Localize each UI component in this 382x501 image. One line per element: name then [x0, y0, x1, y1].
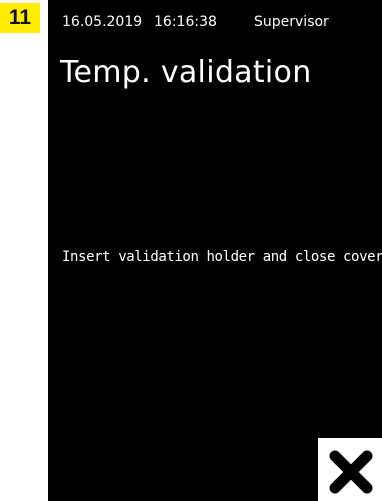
screen-title: Temp. validation — [60, 55, 312, 90]
step-number-badge: 11 — [0, 3, 40, 33]
instruction-message: Insert validation holder and close cover — [62, 249, 382, 265]
status-time: 16:16:38 — [154, 14, 217, 30]
close-icon — [329, 450, 373, 494]
close-button[interactable] — [318, 438, 382, 501]
device-screen: 16.05.2019 16:16:38 Supervisor Temp. val… — [48, 0, 382, 501]
status-bar: 16.05.2019 16:16:38 Supervisor — [62, 12, 382, 32]
status-date: 16.05.2019 — [62, 14, 143, 30]
status-user: Supervisor — [254, 14, 329, 30]
